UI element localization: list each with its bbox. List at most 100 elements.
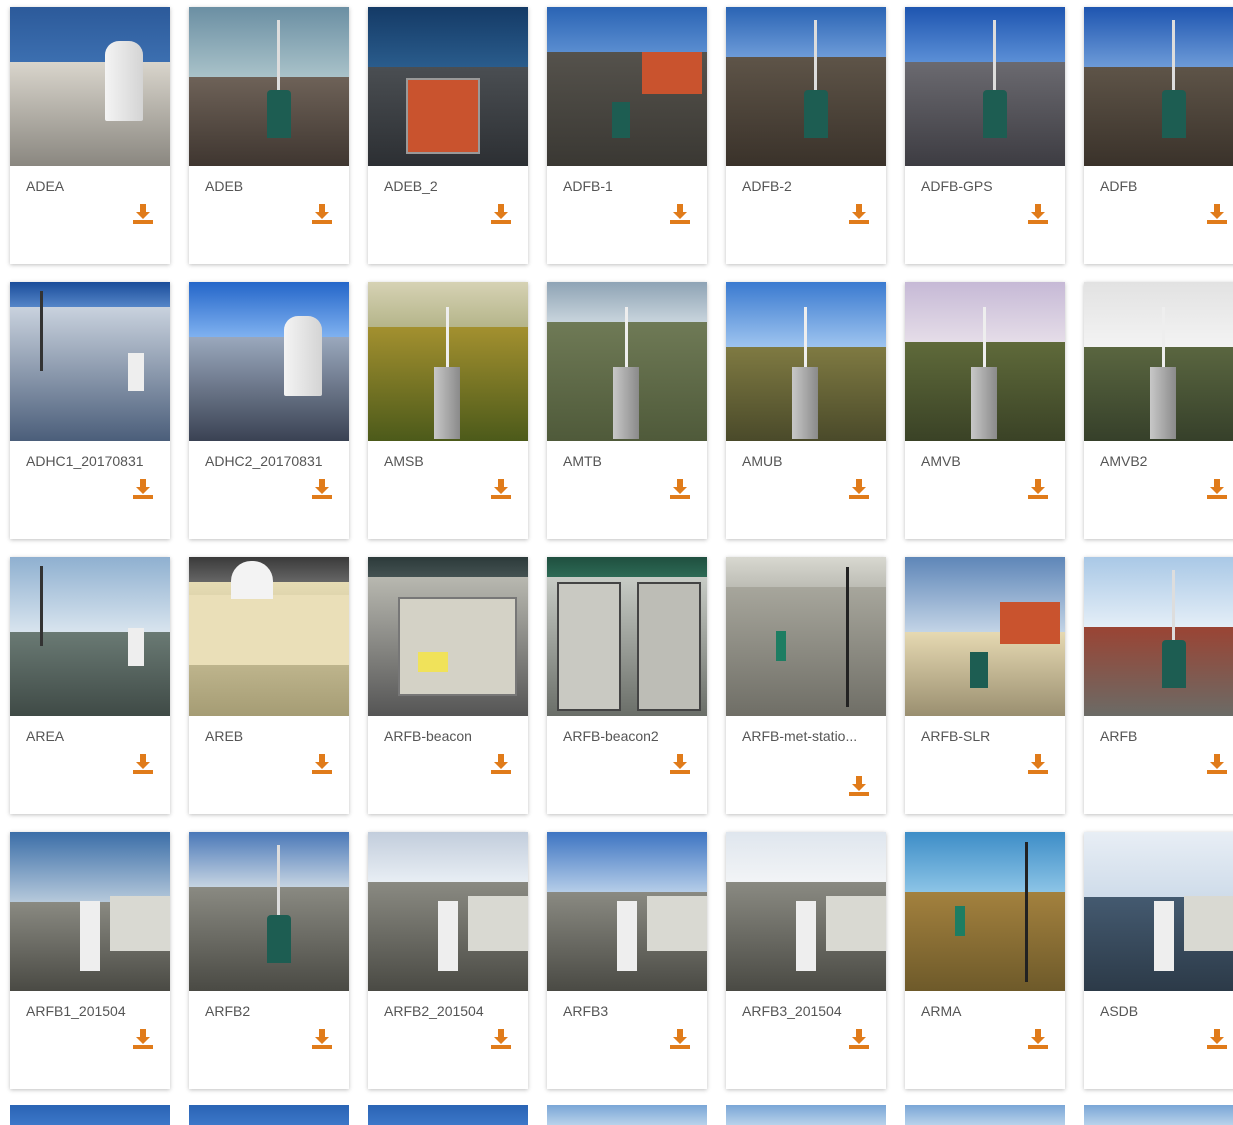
site-card-partial[interactable] — [905, 1105, 1065, 1125]
site-card[interactable]: ADHC1_20170831 — [10, 282, 170, 539]
site-name[interactable]: ADEB — [205, 176, 340, 197]
site-thumbnail[interactable] — [1084, 832, 1233, 991]
site-thumbnail[interactable] — [905, 832, 1065, 991]
site-thumbnail[interactable] — [368, 282, 528, 441]
site-card[interactable]: ADEB_2 — [368, 7, 528, 264]
site-name[interactable]: ADEA — [26, 176, 161, 197]
site-card[interactable]: AMSB — [368, 282, 528, 539]
site-card[interactable]: ARFB-beacon — [368, 557, 528, 814]
site-thumbnail[interactable] — [547, 7, 707, 166]
site-card-partial[interactable] — [368, 1105, 528, 1125]
site-thumbnail[interactable] — [189, 557, 349, 716]
site-name[interactable]: ARFB-met-statio... — [742, 726, 877, 747]
download-icon[interactable] — [848, 775, 870, 797]
site-thumbnail[interactable] — [368, 832, 528, 991]
download-icon[interactable] — [490, 203, 512, 225]
download-icon[interactable] — [848, 203, 870, 225]
site-card-partial[interactable] — [547, 1105, 707, 1125]
site-thumbnail[interactable] — [726, 557, 886, 716]
site-name[interactable]: ADEB_2 — [384, 176, 519, 197]
download-icon[interactable] — [132, 753, 154, 775]
site-name[interactable]: ARFB-beacon — [384, 726, 519, 747]
site-name[interactable]: ARFB2_201504 — [384, 1001, 519, 1022]
download-icon[interactable] — [669, 203, 691, 225]
download-icon[interactable] — [311, 478, 333, 500]
site-card-partial[interactable] — [726, 1105, 886, 1125]
download-icon[interactable] — [132, 1028, 154, 1050]
site-thumbnail[interactable] — [905, 282, 1065, 441]
site-name[interactable]: ADFB-2 — [742, 176, 877, 197]
site-name[interactable]: AMVB — [921, 451, 1056, 472]
site-name[interactable]: ARMA — [921, 1001, 1056, 1022]
download-icon[interactable] — [132, 203, 154, 225]
site-name[interactable]: ADFB-1 — [563, 176, 698, 197]
site-name[interactable]: AMVB2 — [1100, 451, 1233, 472]
download-icon[interactable] — [669, 753, 691, 775]
site-name[interactable]: ARFB1_201504 — [26, 1001, 161, 1022]
site-card[interactable]: ARFB-beacon2 — [547, 557, 707, 814]
site-card[interactable]: ARFB — [1084, 557, 1233, 814]
site-card[interactable]: ADFB-2 — [726, 7, 886, 264]
site-card-partial[interactable] — [189, 1105, 349, 1125]
site-card[interactable]: ADFB-GPS — [905, 7, 1065, 264]
site-name[interactable]: ARFB-beacon2 — [563, 726, 698, 747]
site-card[interactable]: ARFB-met-statio... — [726, 557, 886, 814]
site-name[interactable]: ARFB3 — [563, 1001, 698, 1022]
site-card[interactable]: AMTB — [547, 282, 707, 539]
site-thumbnail[interactable] — [368, 7, 528, 166]
site-name[interactable]: ARFB — [1100, 726, 1233, 747]
site-thumbnail[interactable] — [189, 832, 349, 991]
site-thumbnail[interactable] — [1084, 282, 1233, 441]
site-card[interactable]: ARFB3_201504 — [726, 832, 886, 1089]
download-icon[interactable] — [1027, 203, 1049, 225]
site-thumbnail[interactable] — [10, 7, 170, 166]
site-card[interactable]: AREA — [10, 557, 170, 814]
site-name[interactable]: AMTB — [563, 451, 698, 472]
site-thumbnail[interactable] — [189, 282, 349, 441]
site-card[interactable]: ADFB — [1084, 7, 1233, 264]
site-thumbnail[interactable] — [547, 832, 707, 991]
download-icon[interactable] — [1206, 478, 1228, 500]
site-name[interactable]: ADFB — [1100, 176, 1233, 197]
site-card[interactable]: ARFB2 — [189, 832, 349, 1089]
download-icon[interactable] — [848, 1028, 870, 1050]
download-icon[interactable] — [1027, 753, 1049, 775]
download-icon[interactable] — [1206, 1028, 1228, 1050]
site-thumbnail[interactable] — [547, 557, 707, 716]
site-card[interactable]: ARFB1_201504 — [10, 832, 170, 1089]
site-thumbnail[interactable] — [10, 557, 170, 716]
site-thumbnail[interactable] — [1084, 7, 1233, 166]
site-thumbnail[interactable] — [1084, 557, 1233, 716]
site-thumbnail[interactable] — [905, 557, 1065, 716]
site-card[interactable]: AREB — [189, 557, 349, 814]
site-name[interactable]: ADHC1_20170831 — [26, 451, 161, 472]
site-card[interactable]: ADEB — [189, 7, 349, 264]
site-thumbnail[interactable] — [905, 7, 1065, 166]
site-card[interactable]: AMVB — [905, 282, 1065, 539]
site-thumbnail[interactable] — [368, 557, 528, 716]
download-icon[interactable] — [669, 478, 691, 500]
download-icon[interactable] — [1027, 1028, 1049, 1050]
site-thumbnail[interactable] — [726, 832, 886, 991]
site-card[interactable]: ARFB2_201504 — [368, 832, 528, 1089]
site-card[interactable]: ARFB3 — [547, 832, 707, 1089]
download-icon[interactable] — [311, 1028, 333, 1050]
download-icon[interactable] — [311, 203, 333, 225]
download-icon[interactable] — [1206, 203, 1228, 225]
download-icon[interactable] — [848, 478, 870, 500]
site-name[interactable]: AREB — [205, 726, 340, 747]
site-card[interactable]: ARFB-SLR — [905, 557, 1065, 814]
download-icon[interactable] — [490, 478, 512, 500]
site-card-partial[interactable] — [10, 1105, 170, 1125]
download-icon[interactable] — [490, 753, 512, 775]
download-icon[interactable] — [311, 753, 333, 775]
site-name[interactable]: ADHC2_20170831 — [205, 451, 340, 472]
site-thumbnail[interactable] — [726, 7, 886, 166]
download-icon[interactable] — [1027, 478, 1049, 500]
download-icon[interactable] — [1206, 753, 1228, 775]
site-name[interactable]: ASDB — [1100, 1001, 1233, 1022]
site-name[interactable]: ADFB-GPS — [921, 176, 1056, 197]
download-icon[interactable] — [490, 1028, 512, 1050]
site-thumbnail[interactable] — [547, 282, 707, 441]
download-icon[interactable] — [669, 1028, 691, 1050]
